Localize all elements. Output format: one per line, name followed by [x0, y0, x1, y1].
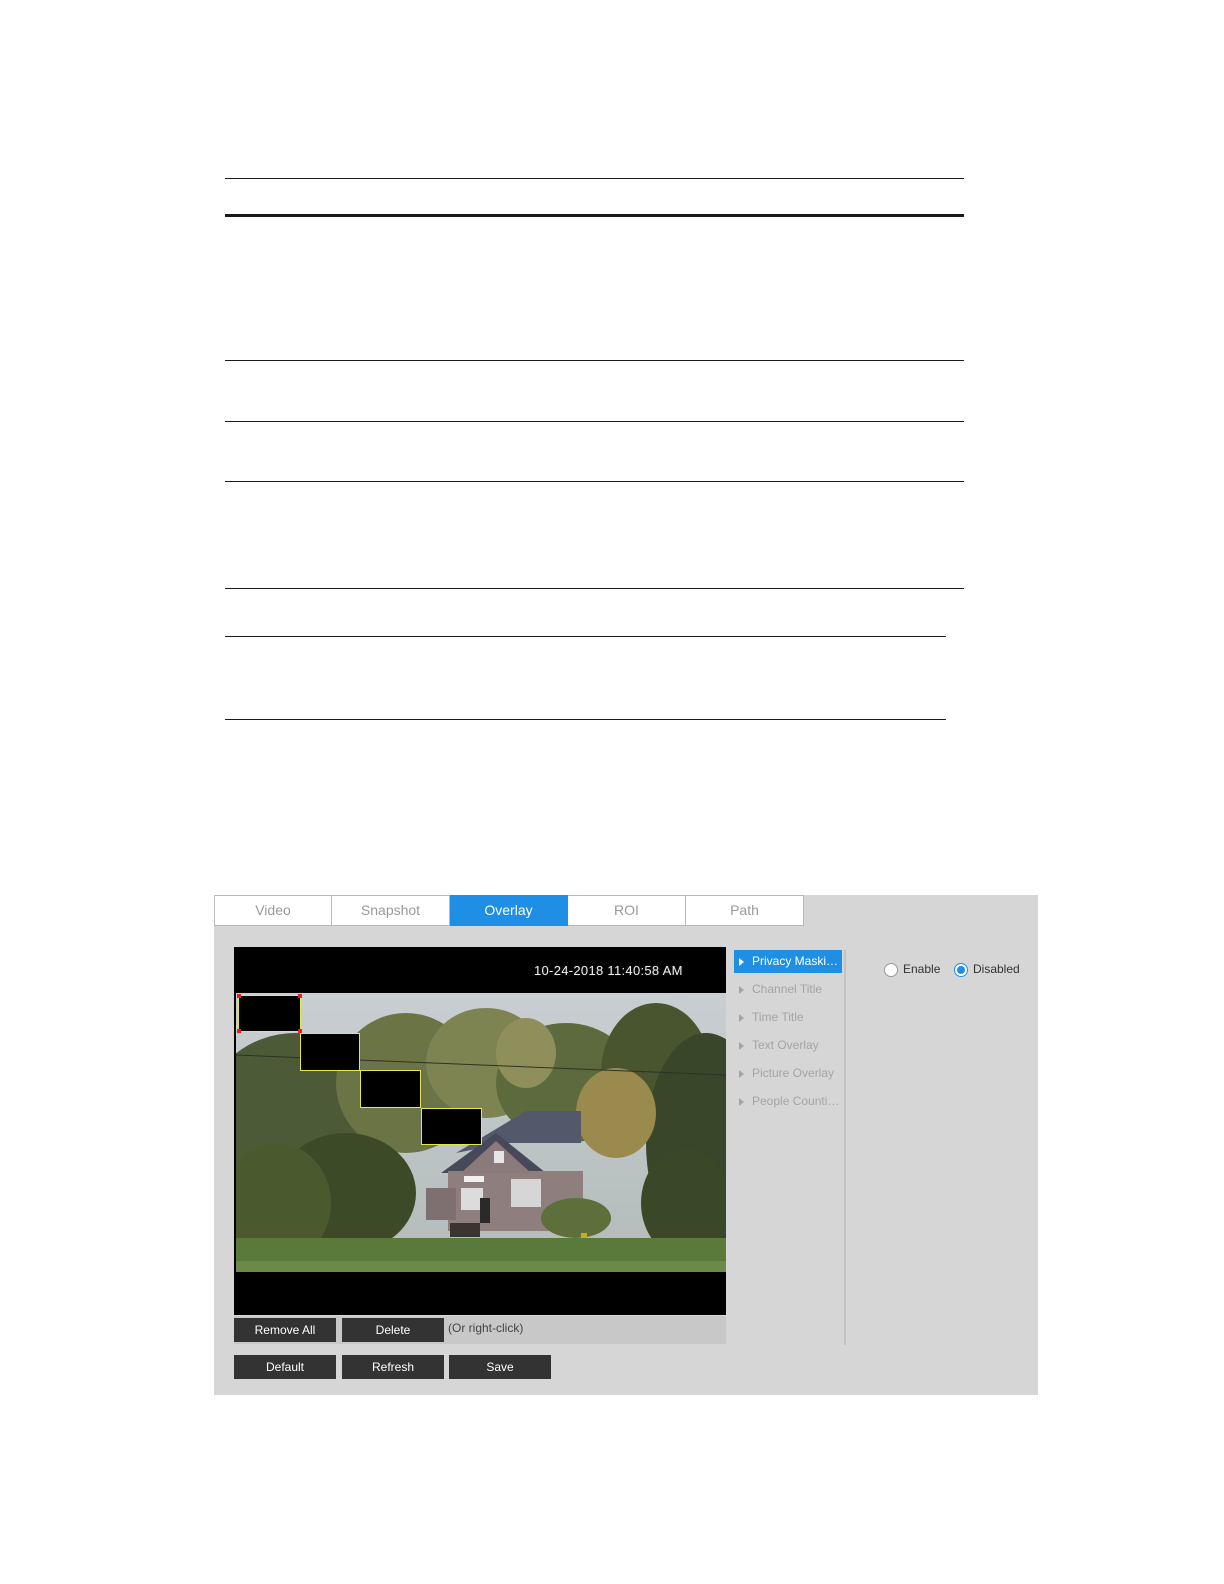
menu-item-people-counting[interactable]: People Counti… [734, 1090, 842, 1113]
privacy-mask-region-4[interactable] [421, 1108, 482, 1145]
menu-item-channel-title[interactable]: Channel Title [734, 978, 842, 1001]
menu-item-label: Time Title [752, 1010, 804, 1024]
document-rule [225, 481, 964, 482]
caret-right-icon [739, 1042, 744, 1050]
menu-item-label: Privacy Maski… [752, 954, 839, 968]
remove-all-button[interactable]: Remove All [234, 1318, 336, 1342]
menu-item-label: Picture Overlay [752, 1066, 835, 1080]
tab-snapshot[interactable]: Snapshot [332, 895, 450, 926]
caret-right-icon [739, 986, 744, 994]
refresh-button[interactable]: Refresh [342, 1355, 444, 1379]
settings-tabs: Video Snapshot Overlay ROI Path [214, 895, 804, 926]
caret-right-icon [739, 1070, 744, 1078]
menu-item-label: People Counti… [752, 1094, 840, 1108]
osd-timestamp: 10-24-2018 11:40:58 AM [534, 963, 683, 978]
tab-video[interactable]: Video [214, 895, 332, 926]
menu-item-label: Text Overlay [752, 1038, 819, 1052]
document-rule-thick [225, 214, 964, 217]
delete-button[interactable]: Delete [342, 1318, 444, 1342]
radio-circle-checked[interactable] [954, 963, 968, 977]
document-rule [225, 588, 964, 589]
caret-right-icon [739, 1014, 744, 1022]
overlay-settings-panel: Video Snapshot Overlay ROI Path 10-24-20… [214, 895, 1038, 1395]
right-click-hint: (Or right-click) [448, 1321, 524, 1335]
video-preview[interactable]: 10-24-2018 11:40:58 AM [234, 947, 726, 1315]
default-button[interactable]: Default [234, 1355, 336, 1379]
menu-item-picture-overlay[interactable]: Picture Overlay [734, 1062, 842, 1085]
document-rule [225, 636, 946, 637]
enable-label: Enable [903, 962, 941, 976]
menu-item-time-title[interactable]: Time Title [734, 1006, 842, 1029]
caret-right-icon [739, 1098, 744, 1106]
radio-circle[interactable] [884, 963, 898, 977]
document-rule [225, 178, 964, 179]
menu-item-privacy-masking[interactable]: Privacy Maski… [734, 950, 842, 973]
document-rule [225, 719, 946, 720]
tab-path[interactable]: Path [686, 895, 804, 926]
disabled-label: Disabled [973, 962, 1020, 976]
resize-handle[interactable] [237, 994, 241, 998]
menu-item-label: Channel Title [752, 982, 823, 996]
tab-roi[interactable]: ROI [568, 895, 686, 926]
tab-overlay[interactable]: Overlay [450, 895, 568, 926]
privacy-mask-region-3[interactable] [360, 1070, 421, 1108]
resize-handle[interactable] [237, 1029, 241, 1033]
privacy-mask-region-2[interactable] [300, 1033, 360, 1071]
menu-item-text-overlay[interactable]: Text Overlay [734, 1034, 842, 1057]
save-button[interactable]: Save [449, 1355, 551, 1379]
overlay-side-menu: Privacy Maski… Channel Title Time Title … [734, 950, 846, 1345]
resize-handle[interactable] [298, 994, 302, 998]
document-rule [225, 360, 964, 361]
privacy-mask-region-1[interactable] [237, 994, 302, 1033]
document-rule [225, 421, 964, 422]
mask-edit-bar: Remove All Delete (Or right-click) [234, 1316, 726, 1344]
caret-right-icon [739, 958, 744, 966]
